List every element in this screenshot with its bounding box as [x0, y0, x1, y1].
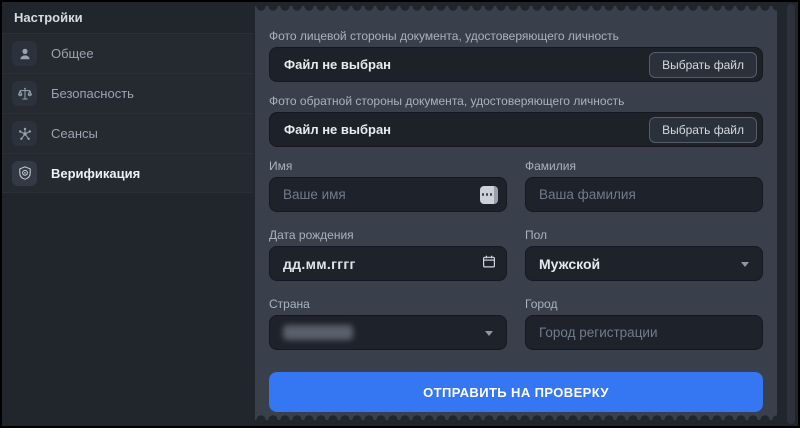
sidebar-item-label: Безопасность — [51, 86, 134, 101]
front-photo-file-value: Файл не выбран — [284, 57, 392, 72]
user-icon — [12, 41, 37, 66]
scales-icon — [12, 81, 37, 106]
front-photo-file-input[interactable]: Файл не выбран Выбрать файл — [269, 47, 763, 82]
birth-date-label: Дата рождения — [269, 228, 354, 242]
city-field: Город — [525, 297, 763, 350]
last-name-field: Фамилия — [525, 159, 763, 212]
gender-field: Пол Мужской — [525, 228, 763, 281]
city-label: Город — [525, 297, 558, 311]
verification-card: Фото лицевой стороны документа, удостове… — [255, 6, 777, 420]
gender-label: Пол — [525, 228, 548, 242]
first-name-field: Имя — [269, 159, 507, 212]
back-photo-choose-file-button[interactable]: Выбрать файл — [649, 116, 757, 143]
first-name-label: Имя — [269, 159, 293, 173]
sidebar-item-security[interactable]: Безопасность — [2, 73, 253, 113]
sidebar-item-general[interactable]: Общее — [2, 33, 253, 73]
birth-date-field: Дата рождения — [269, 228, 507, 281]
vertical-scrollbar[interactable] — [787, 4, 795, 424]
sidebar-item-verification[interactable]: Верификация — [2, 153, 253, 193]
shield-icon — [12, 160, 37, 186]
front-photo-choose-file-button[interactable]: Выбрать файл — [649, 51, 757, 78]
country-label: Страна — [269, 297, 310, 311]
sidebar-item-label: Общее — [51, 46, 94, 61]
last-name-input[interactable] — [525, 177, 763, 212]
country-redacted-value — [283, 325, 353, 340]
gender-select[interactable]: Мужской — [525, 246, 763, 281]
submit-verification-button[interactable]: ОТПРАВИТЬ НА ПРОВЕРКУ — [269, 372, 763, 412]
back-photo-file-input[interactable]: Файл не выбран Выбрать файл — [269, 112, 763, 147]
country-field: Страна — [269, 297, 507, 350]
front-photo-label: Фото лицевой стороны документа, удостове… — [269, 29, 619, 43]
chevron-down-icon — [741, 261, 749, 267]
sidebar-item-label: Верификация — [51, 165, 141, 181]
sidebar-item-label: Сеансы — [51, 126, 98, 141]
last-name-label: Фамилия — [525, 159, 576, 173]
autofill-icon[interactable] — [480, 185, 498, 204]
city-input[interactable] — [525, 315, 763, 350]
back-photo-label: Фото обратной стороны документа, удостов… — [269, 94, 625, 108]
settings-screen: Настройки Общее Безопасность Сеансы Вери… — [0, 0, 800, 428]
sessions-icon — [12, 121, 37, 146]
calendar-icon[interactable] — [482, 254, 496, 273]
chevron-down-icon — [485, 330, 493, 336]
back-photo-file-value: Файл не выбран — [284, 122, 392, 137]
first-name-input[interactable] — [269, 177, 507, 212]
country-select[interactable] — [269, 315, 507, 350]
sidebar-title: Настройки — [14, 10, 83, 25]
sidebar-item-sessions[interactable]: Сеансы — [2, 113, 253, 153]
personal-data-grid: Имя Фамилия Дата рождения — [269, 159, 763, 350]
birth-date-input[interactable] — [269, 246, 507, 281]
settings-sidebar: Настройки Общее Безопасность Сеансы Вери… — [2, 2, 253, 426]
gender-selected-value: Мужской — [539, 255, 601, 272]
